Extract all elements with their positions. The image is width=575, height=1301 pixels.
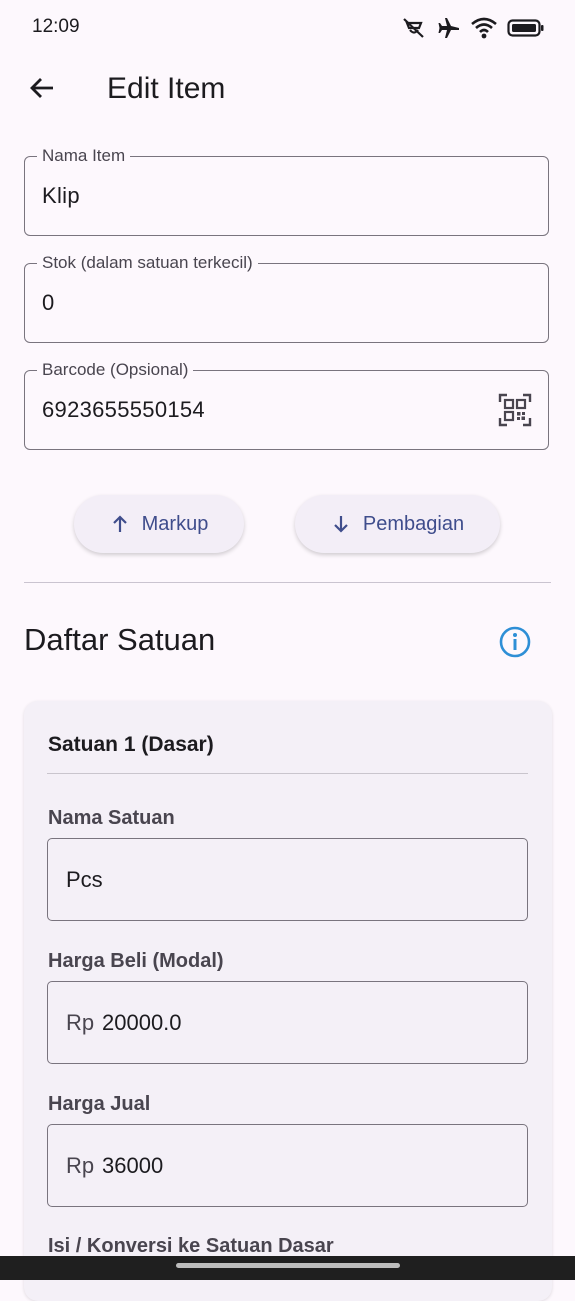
home-handle[interactable] [176,1263,400,1268]
wifi-icon [471,17,497,39]
status-bar: 12:09 [0,0,575,56]
status-icons [401,16,545,40]
nama-item-field[interactable]: Nama Item Klip [24,146,549,236]
harga-jual-label: Harga Jual [48,1093,151,1115]
barcode-value[interactable]: 6923655550154 [42,397,205,423]
pembagian-label: Pembagian [362,512,465,535]
app-bar: Edit Item [0,60,575,124]
arrow-up-icon [110,514,130,534]
nama-satuan-value[interactable]: Pcs [66,867,103,893]
markup-button[interactable]: Markup [74,495,244,553]
system-nav-bar [0,1256,575,1280]
nama-item-value[interactable]: Klip [42,183,80,209]
stok-field[interactable]: Stok (dalam satuan terkecil) 0 [24,253,549,343]
nama-item-label: Nama Item [37,146,131,166]
back-button[interactable] [22,70,62,110]
harga-jual-input[interactable]: Rp 36000 [47,1124,528,1207]
mute-vibrate-icon [401,16,427,40]
qr-scan-icon[interactable] [498,393,532,427]
harga-beli-value[interactable]: 20000.0 [102,1010,182,1036]
barcode-field[interactable]: Barcode (Opsional) 6923655550154 [24,360,549,450]
harga-beli-input[interactable]: Rp 20000.0 [47,981,528,1064]
pembagian-button[interactable]: Pembagian [295,495,500,553]
harga-jual-prefix: Rp [66,1153,95,1178]
stok-label: Stok (dalam satuan terkecil) [37,253,258,273]
arrow-back-icon [28,74,56,107]
unit-card-title: Satuan 1 (Dasar) [48,733,214,756]
unit-card-divider [47,773,528,774]
airplane-icon [437,16,461,40]
nama-satuan-input[interactable]: Pcs [47,838,528,921]
harga-jual-value[interactable]: 36000 [102,1153,163,1179]
markup-label: Markup [141,512,209,535]
nama-satuan-label: Nama Satuan [48,807,175,829]
section-title: Daftar Satuan [24,622,216,657]
status-time: 12:09 [32,16,80,37]
konversi-label: Isi / Konversi ke Satuan Dasar [48,1235,334,1257]
info-icon[interactable] [497,624,533,660]
battery-icon [507,18,545,38]
section-divider [24,582,551,583]
arrow-down-icon [331,514,351,534]
harga-beli-label: Harga Beli (Modal) [48,950,224,972]
unit-card: Satuan 1 (Dasar) Nama Satuan Pcs Harga B… [24,701,552,1301]
page-title: Edit Item [107,72,226,105]
harga-beli-prefix: Rp [66,1010,95,1035]
barcode-label: Barcode (Opsional) [37,360,194,380]
stok-value[interactable]: 0 [42,290,55,316]
